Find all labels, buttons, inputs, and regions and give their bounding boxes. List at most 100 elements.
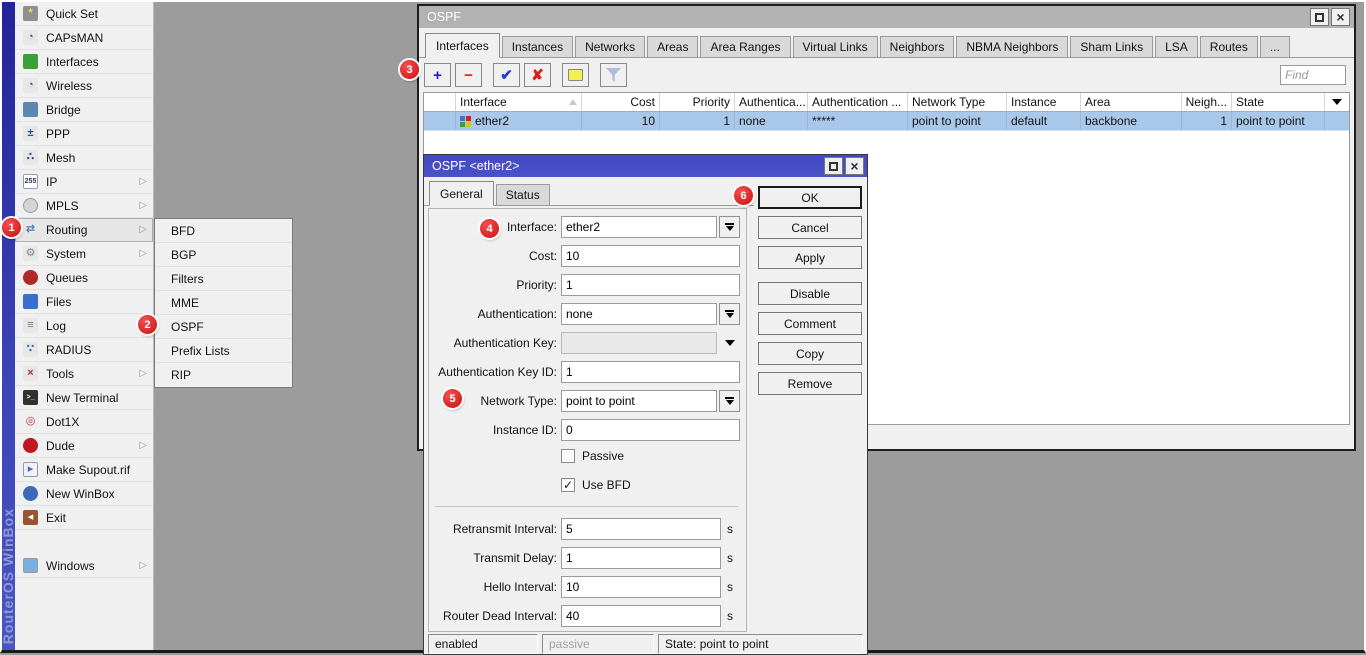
tab-blank[interactable]: ... <box>1260 36 1290 57</box>
submenu-item-bfd[interactable]: BFD <box>155 219 292 243</box>
remove-button[interactable]: Remove <box>758 372 862 395</box>
submenu-item-bgp[interactable]: BGP <box>155 243 292 267</box>
cancel-button[interactable]: Cancel <box>758 216 862 239</box>
comment-button[interactable]: Comment <box>758 312 862 335</box>
column-header-interface[interactable]: Interface <box>456 93 582 111</box>
submenu-item-prefix-lists[interactable]: Prefix Lists <box>155 339 292 363</box>
cell-network-type: point to point <box>908 112 1007 130</box>
dialog-tab-status[interactable]: Status <box>496 184 550 205</box>
hello-interval-input[interactable] <box>561 576 721 598</box>
cost-input[interactable] <box>561 245 740 267</box>
network-type-input[interactable] <box>561 390 717 412</box>
sidebar-item-make-supout-rif[interactable]: ▸Make Supout.rif <box>15 458 153 482</box>
column-selector-button[interactable] <box>1325 93 1349 111</box>
enable-button[interactable]: ✔ <box>493 63 520 87</box>
column-header-network-type[interactable]: Network Type <box>908 93 1007 111</box>
sidebar-item-tools[interactable]: ×Tools▷ <box>15 362 153 386</box>
disable-button[interactable]: Disable <box>758 282 862 305</box>
column-header-cost[interactable]: Cost <box>582 93 660 111</box>
apply-button[interactable]: Apply <box>758 246 862 269</box>
column-header-state[interactable]: State <box>1232 93 1325 111</box>
authentication-input[interactable] <box>561 303 717 325</box>
column-header-authentica[interactable]: Authentica... <box>735 93 808 111</box>
copy-button[interactable]: Copy <box>758 342 862 365</box>
sidebar-item-radius[interactable]: ∵RADIUS <box>15 338 153 362</box>
dialog-close-button[interactable]: × <box>845 157 864 175</box>
dropdown-button[interactable] <box>719 303 740 325</box>
dialog-maximize-button[interactable] <box>824 157 843 175</box>
cell-authentica: none <box>735 112 808 130</box>
column-header-neigh[interactable]: Neigh... <box>1182 93 1232 111</box>
dialog-tab-general[interactable]: General <box>429 181 494 206</box>
sidebar-item-interfaces[interactable]: Interfaces <box>15 50 153 74</box>
comment-button[interactable] <box>562 63 589 87</box>
instance-id-input[interactable] <box>561 419 740 441</box>
column-header-authentication[interactable]: Authentication ... <box>808 93 908 111</box>
sidebar-item-files[interactable]: Files <box>15 290 153 314</box>
sidebar-item-windows[interactable]: Windows▷ <box>15 554 153 578</box>
priority-input[interactable] <box>561 274 740 296</box>
tab-virtual-links[interactable]: Virtual Links <box>793 36 878 57</box>
tab-sham-links[interactable]: Sham Links <box>1070 36 1153 57</box>
sidebar-item-mesh[interactable]: ∴Mesh <box>15 146 153 170</box>
sidebar-item-system[interactable]: ⚙System▷ <box>15 242 153 266</box>
table-row[interactable]: ether2101none*****point to pointdefaultb… <box>424 112 1349 131</box>
tab-networks[interactable]: Networks <box>575 36 645 57</box>
sidebar-item-ppp[interactable]: ±PPP <box>15 122 153 146</box>
submenu-item-mme[interactable]: MME <box>155 291 292 315</box>
sidebar-item-dude[interactable]: Dude▷ <box>15 434 153 458</box>
sidebar-item-label: Interfaces <box>46 55 99 69</box>
tab-routes[interactable]: Routes <box>1200 36 1258 57</box>
add-button[interactable]: + <box>424 63 451 87</box>
retransmit-interval-input[interactable] <box>561 518 721 540</box>
sidebar-item-quick-set[interactable]: *Quick Set <box>15 2 153 26</box>
sidebar-item-dot1x[interactable]: ◎Dot1X <box>15 410 153 434</box>
sidebar-item-ip[interactable]: 255IP▷ <box>15 170 153 194</box>
transmit-delay-input[interactable] <box>561 547 721 569</box>
tab-areas[interactable]: Areas <box>647 36 698 57</box>
column-header-area[interactable]: Area <box>1081 93 1182 111</box>
winbox-globe-icon <box>23 486 38 501</box>
sidebar-item-new-terminal[interactable]: >_New Terminal <box>15 386 153 410</box>
authentication-key-input[interactable] <box>561 332 717 354</box>
tab-instances[interactable]: Instances <box>502 36 573 57</box>
sidebar-item-mpls[interactable]: MPLS▷ <box>15 194 153 218</box>
sidebar-item-routing[interactable]: ⇄Routing▷ <box>15 218 153 242</box>
sidebar-item-exit[interactable]: ◂Exit <box>15 506 153 530</box>
tab-neighbors[interactable]: Neighbors <box>880 36 955 57</box>
router-dead-interval-input[interactable] <box>561 605 721 627</box>
sidebar-item-queues[interactable]: Queues <box>15 266 153 290</box>
use-bfd-checkbox[interactable]: ✓ <box>561 478 575 492</box>
submenu-item-ospf[interactable]: OSPF <box>155 315 292 339</box>
maximize-button[interactable] <box>1310 8 1329 26</box>
sidebar-item-wireless[interactable]: ◔Wireless <box>15 74 153 98</box>
dropdown-button[interactable] <box>719 390 740 412</box>
ospf-window-titlebar[interactable]: OSPF × <box>419 6 1354 28</box>
dropdown-arrow-icon[interactable] <box>719 340 740 346</box>
authentication-key-id-input[interactable] <box>561 361 740 383</box>
dialog-titlebar[interactable]: OSPF <ether2> × <box>424 155 867 177</box>
submenu-item-filters[interactable]: Filters <box>155 267 292 291</box>
ok-button[interactable]: OK <box>758 186 862 209</box>
sidebar-item-log[interactable]: ≡Log <box>15 314 153 338</box>
find-input[interactable] <box>1280 65 1346 85</box>
sidebar-item-bridge[interactable]: Bridge <box>15 98 153 122</box>
dropdown-button[interactable] <box>719 216 740 238</box>
remove-button[interactable]: − <box>455 63 482 87</box>
passive-checkbox[interactable] <box>561 449 575 463</box>
disable-button[interactable]: ✘ <box>524 63 551 87</box>
column-header-instance[interactable]: Instance <box>1007 93 1081 111</box>
tab-area-ranges[interactable]: Area Ranges <box>700 36 790 57</box>
sidebar-item-new-winbox[interactable]: New WinBox <box>15 482 153 506</box>
column-header-priority[interactable]: Priority <box>660 93 735 111</box>
cell-icon <box>424 112 456 130</box>
tab-lsa[interactable]: LSA <box>1155 36 1198 57</box>
close-button[interactable]: × <box>1331 8 1350 26</box>
column-header-icon[interactable] <box>424 93 456 111</box>
filter-button[interactable] <box>600 63 627 87</box>
submenu-item-rip[interactable]: RIP <box>155 363 292 387</box>
tab-nbma-neighbors[interactable]: NBMA Neighbors <box>956 36 1068 57</box>
tab-interfaces[interactable]: Interfaces <box>425 33 500 58</box>
interface-input[interactable] <box>561 216 717 238</box>
sidebar-item-capsman[interactable]: ◔CAPsMAN <box>15 26 153 50</box>
